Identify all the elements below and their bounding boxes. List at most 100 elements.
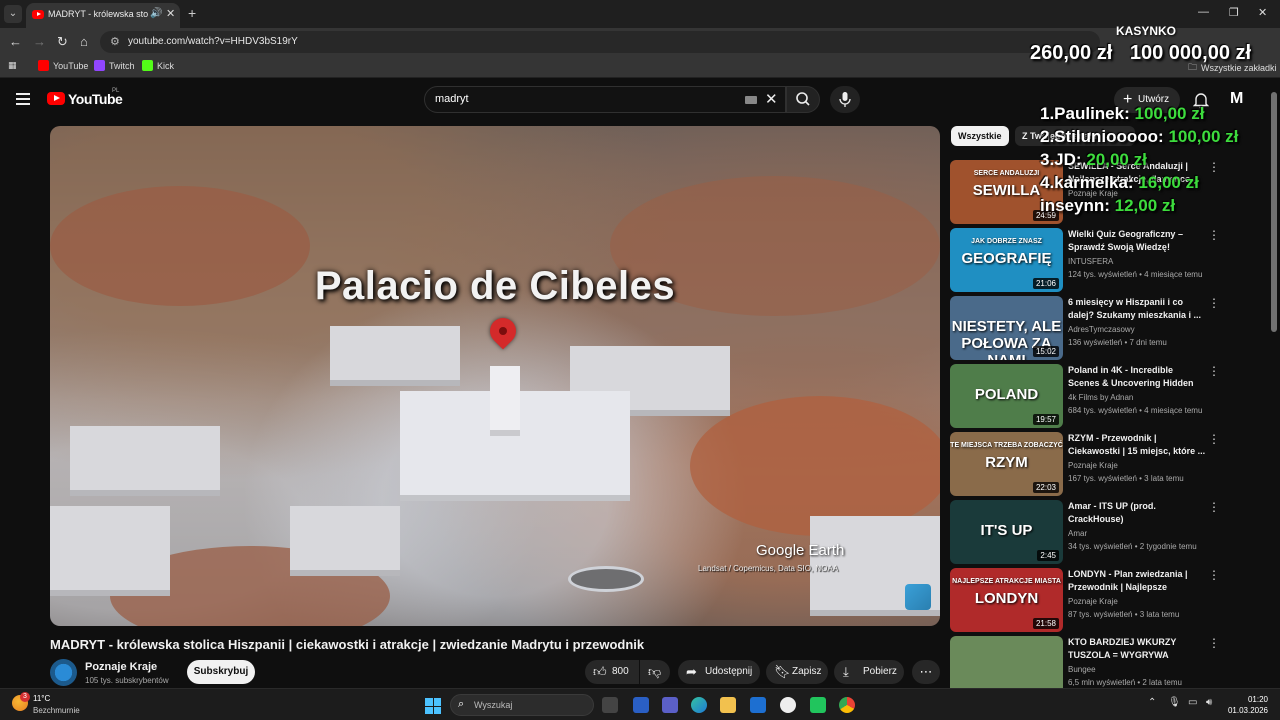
more-options-icon[interactable]: ⋮ xyxy=(1208,160,1220,174)
teams-icon[interactable] xyxy=(662,697,678,713)
address-bar[interactable]: ⚙ youtube.com/watch?v=HHDV3bS19rY xyxy=(100,31,1100,53)
recommendation-title[interactable]: Poland in 4K - Incredible Scenes & Uncov… xyxy=(1068,364,1206,390)
voice-search-button[interactable] xyxy=(830,86,860,113)
subscribe-button[interactable]: Subskrybuj xyxy=(187,660,255,684)
more-options-icon[interactable]: ⋮ xyxy=(1208,568,1220,582)
recommendation-channel[interactable]: Bungee xyxy=(1068,665,1096,674)
site-info-icon[interactable]: ⚙ xyxy=(110,35,120,48)
recommendation-title[interactable]: Amar - ITS UP (prod. CrackHouse) xyxy=(1068,500,1206,526)
microphone-tray-icon[interactable]: 🎙︎ xyxy=(1168,697,1181,708)
volume-icon[interactable]: 🔊︎ xyxy=(1206,697,1212,708)
more-options-icon[interactable]: ⋮ xyxy=(1208,636,1220,650)
recommendation-channel[interactable]: Poznaje Kraje xyxy=(1068,461,1118,470)
taskbar-search[interactable]: ⌕ Wyszukaj xyxy=(450,694,594,716)
task-view-icon[interactable] xyxy=(602,697,618,713)
thumbnail-caption: JAK DOBRZE ZNASZ xyxy=(971,238,1042,245)
bookmark-kick[interactable]: Kick xyxy=(142,60,174,71)
page-scrollbar[interactable] xyxy=(1271,92,1277,332)
more-options-icon[interactable]: ⋮ xyxy=(1208,296,1220,310)
recommendation-thumbnail[interactable]: NAJLEPSZE ATRAKCJE MIASTA LONDYN 21:58 xyxy=(950,568,1063,632)
youtube-logo-icon[interactable] xyxy=(47,92,65,105)
video-duration: 21:58 xyxy=(1032,618,1059,629)
recommendation-channel[interactable]: AdresTymczasowy xyxy=(1068,325,1135,334)
building xyxy=(50,506,170,596)
android-app-icon[interactable] xyxy=(810,697,826,713)
browser-tab[interactable]: MADRYT - królewska stolica Hiszpanii 🔊 ✕ xyxy=(26,3,180,28)
recommendation-thumbnail[interactable]: TE MIEJSCA TRZEBA ZOBACZYĆ RZYM 22:03 xyxy=(950,432,1063,496)
bookmark-twitch[interactable]: Twitch xyxy=(94,60,135,71)
file-explorer-icon[interactable] xyxy=(720,697,736,713)
network-icon[interactable]: ▭ xyxy=(1188,697,1197,708)
share-button[interactable]: ➦ Udostępnij xyxy=(678,660,760,684)
app-icon[interactable] xyxy=(633,697,649,713)
more-options-icon[interactable]: ⋮ xyxy=(1208,228,1220,242)
recommendation-channel[interactable]: 4k Films by Adnan xyxy=(1068,393,1133,402)
tray-chevron-icon[interactable]: ⌃ xyxy=(1148,697,1156,708)
url-text: youtube.com/watch?v=HHDV3bS19rY xyxy=(128,36,298,47)
ranking-row: inseynn: 12,00 zł xyxy=(1040,196,1175,216)
home-icon[interactable]: ⌂ xyxy=(80,34,88,49)
like-button[interactable]: 👍︎ 800 xyxy=(585,660,639,684)
close-tab-icon[interactable]: ✕ xyxy=(166,7,175,20)
search-button[interactable] xyxy=(786,86,820,113)
recommendation-item[interactable]: POLAND 19:57 Poland in 4K - Incredible Sce… xyxy=(950,364,1250,428)
ranking-amount: 100,00 zł xyxy=(1168,127,1239,146)
store-icon[interactable] xyxy=(750,697,766,713)
recommendation-title[interactable]: LONDYN - Plan zwiedzania | Przewodnik | … xyxy=(1068,568,1206,594)
close-window-icon[interactable]: ✕ xyxy=(1258,6,1267,19)
more-options-icon[interactable]: ⋮ xyxy=(1208,500,1220,514)
reload-icon[interactable]: ↻ xyxy=(57,34,68,50)
account-avatar[interactable]: M xyxy=(1230,90,1243,108)
minimize-icon[interactable]: — xyxy=(1198,6,1209,18)
recommendation-channel[interactable]: Poznaje Kraje xyxy=(1068,597,1118,606)
recommendation-title[interactable]: Wielki Quiz Geograficzny – Sprawdź Swoją… xyxy=(1068,228,1206,254)
tab-title: MADRYT - królewska stolica Hiszpanii xyxy=(48,9,148,19)
recommendation-thumbnail[interactable]: NIESTETY, ALE POŁOWA ZA NAMI15:02 xyxy=(950,296,1063,360)
more-options-icon[interactable]: ⋮ xyxy=(1208,432,1220,446)
recommendation-item[interactable]: NAJLEPSZE ATRAKCJE MIASTA LONDYN 21:58 LOND… xyxy=(950,568,1250,632)
recommendation-thumbnail[interactable]: JAK DOBRZE ZNASZ GEOGRAFIĘ 21:06 xyxy=(950,228,1063,292)
more-actions-button[interactable]: ⋯ xyxy=(912,660,940,684)
back-icon[interactable]: ← xyxy=(9,34,22,49)
recommendation-item[interactable]: TE MIEJSCA TRZEBA ZOBACZYĆ RZYM 22:03 RZYM … xyxy=(950,432,1250,496)
github-icon[interactable] xyxy=(780,697,796,713)
speaker-icon[interactable]: 🔊 xyxy=(150,8,162,19)
clear-search-icon[interactable]: ✕ xyxy=(765,90,778,108)
keyboard-icon[interactable] xyxy=(745,96,757,104)
recommendation-channel[interactable]: Amar xyxy=(1068,529,1087,538)
recommendation-title[interactable]: 6 miesięcy w Hiszpanii i co dalej? Szuka… xyxy=(1068,296,1206,322)
thumbnail-text: RZYM xyxy=(985,454,1028,471)
tree-cluster xyxy=(690,396,940,536)
apps-icon[interactable]: ▦ xyxy=(8,60,17,71)
channel-watermark-icon[interactable] xyxy=(905,584,931,610)
channel-avatar[interactable] xyxy=(50,659,77,686)
chip-all[interactable]: Wszystkie xyxy=(951,126,1009,146)
recommendation-title[interactable]: KTO BARDZIEJ WKURZY TUSZOLA = WYGRYWA xyxy=(1068,636,1206,662)
menu-icon[interactable] xyxy=(16,93,30,105)
forward-icon[interactable]: → xyxy=(33,34,46,49)
search-input[interactable]: madryt ✕ xyxy=(424,86,786,113)
system-clock[interactable]: 01:20 01.03.2026 xyxy=(1224,694,1268,716)
bookmark-youtube[interactable]: YouTube xyxy=(38,60,88,71)
chrome-icon[interactable] xyxy=(839,697,855,713)
recommendation-item[interactable]: IT'S UP 2:45 Amar - ITS UP (prod. CrackHou… xyxy=(950,500,1250,564)
recommendation-thumbnail[interactable]: IT'S UP 2:45 xyxy=(950,500,1063,564)
recommendation-item[interactable]: JAK DOBRZE ZNASZ GEOGRAFIĘ 21:06 Wielki Qui… xyxy=(950,228,1250,292)
dislike-button[interactable]: 👎︎ xyxy=(640,660,670,684)
more-options-icon[interactable]: ⋮ xyxy=(1208,364,1220,378)
tab-search-icon[interactable]: ⌄ xyxy=(4,5,22,23)
thumbnail-text: GEOGRAFIĘ xyxy=(961,250,1052,267)
channel-name[interactable]: Poznaje Kraje xyxy=(85,661,157,673)
recommendation-title[interactable]: RZYM - Przewodnik | Ciekawostki | 15 mie… xyxy=(1068,432,1206,458)
start-windows-icon[interactable] xyxy=(425,698,441,714)
maximize-icon[interactable]: ❐ xyxy=(1229,6,1239,19)
recommendation-channel[interactable]: INTUSFERA xyxy=(1068,257,1113,266)
save-button[interactable]: 🔖︎ Zapisz xyxy=(766,660,828,684)
edge-icon[interactable] xyxy=(691,697,707,713)
video-player[interactable]: Palacio de Cibeles Google Earth Landsat … xyxy=(50,126,940,626)
new-tab-icon[interactable]: + xyxy=(188,5,196,21)
recommendation-item[interactable]: NIESTETY, ALE POŁOWA ZA NAMI15:026 miesi… xyxy=(950,296,1250,360)
recommendation-thumbnail[interactable]: POLAND 19:57 xyxy=(950,364,1063,428)
browser-tab-bar: ⌄ MADRYT - królewska stolica Hiszpanii 🔊… xyxy=(0,0,1280,28)
download-button[interactable]: ⤓ Pobierz xyxy=(834,660,904,684)
